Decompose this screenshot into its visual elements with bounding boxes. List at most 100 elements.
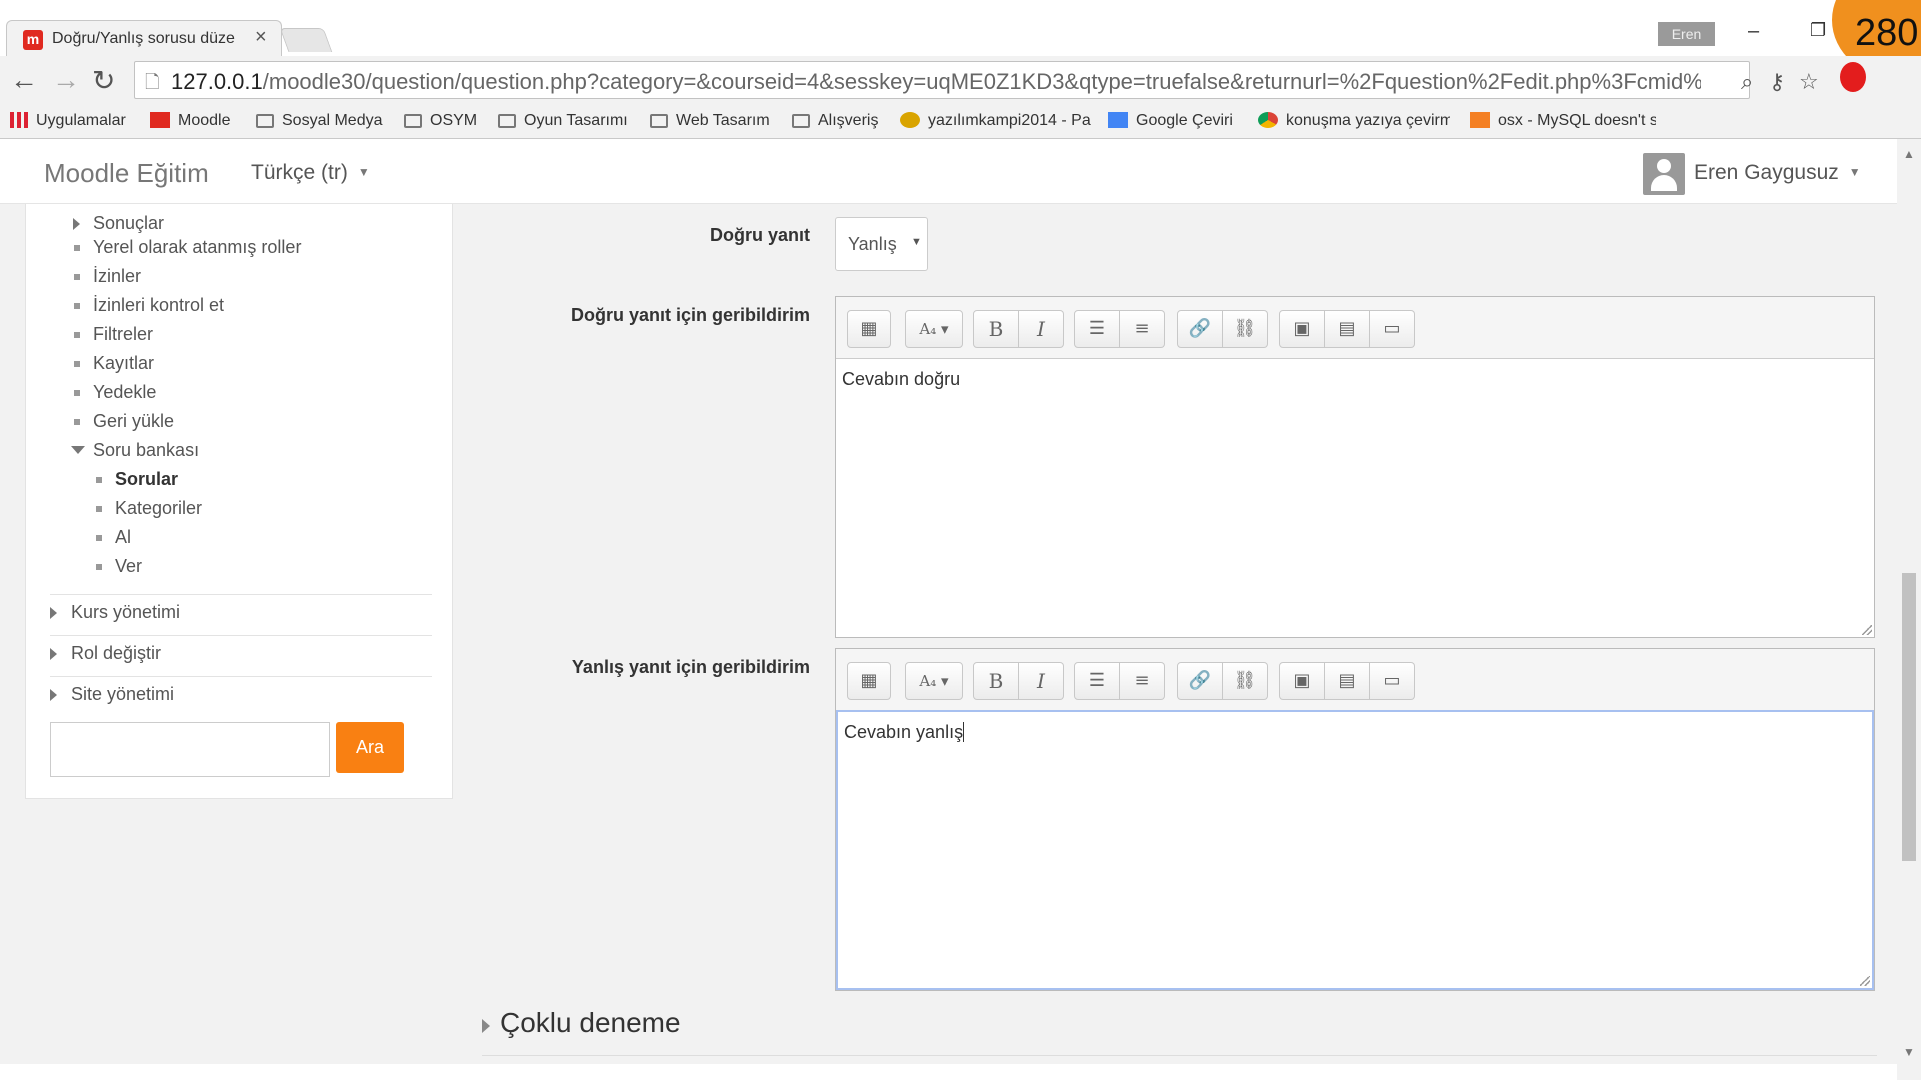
media-icon[interactable]: ▤ [1325,662,1370,700]
bookmark-apps[interactable]: Uygulamalar [10,112,126,130]
collapsed-arrow-icon[interactable] [482,1019,490,1033]
sidebar-section-site-yonetimi[interactable]: Site yönetimi [71,684,174,705]
page-scrollbar[interactable]: ▲ ▼ [1897,139,1921,1080]
tab-close-icon[interactable]: × [255,26,267,49]
sidebar-subitem-kategoriler[interactable]: Kategoriler [115,498,202,519]
collapsed-arrow-icon[interactable] [50,689,57,701]
sidebar-item-geri-yukle[interactable]: Geri yükle [93,411,174,432]
folder-icon [792,114,810,128]
collapsed-arrow-icon[interactable] [73,218,80,230]
browser-tab[interactable]: m Doğru/Yanlış sorusu düze × [6,20,282,56]
opera-extension-icon[interactable] [1840,62,1866,92]
site-brand[interactable]: Moodle Eğitim [44,158,209,189]
user-avatar[interactable] [1643,153,1685,195]
sidebar-item-izinleri-kontrol-et[interactable]: İzinleri kontrol et [93,295,224,316]
bold-icon[interactable]: B [973,310,1019,348]
bookmark-yazilimkampi[interactable]: yazılımkampi2014 - Pa [900,112,1092,130]
toolbar-toggle-icon[interactable]: ▦ [847,310,891,348]
restore-icon[interactable]: ❐ [1810,20,1826,41]
scroll-down-icon[interactable]: ▼ [1903,1045,1915,1059]
scrollbar-thumb[interactable] [1902,573,1916,861]
editor-toolbar: ▦ A₄ ▾ B I ☰ ≡ 🔗 ⛓ ▣ ▤ ▭ [836,297,1874,359]
sidebar-item-yedekle[interactable]: Yedekle [93,382,156,403]
back-icon[interactable]: ← [10,64,38,96]
true-feedback-textarea[interactable]: Cevabın doğru [836,359,1874,637]
image-icon[interactable]: ▣ [1279,662,1325,700]
file-manager-icon[interactable]: ▭ [1370,662,1415,700]
link-icon[interactable]: 🔗 [1177,662,1223,700]
admin-search-input[interactable] [50,722,330,777]
sidebar-section-rol-degistir[interactable]: Rol değiştir [71,643,161,664]
url-text[interactable]: 127.0.0.1/moodle30/question/question.php… [171,69,1701,95]
numbered-list-icon[interactable]: ≡ [1120,310,1165,348]
bookmark-folder-sosyal-medya[interactable]: Sosyal Medya [256,112,383,130]
key-icon[interactable]: ⚷ [1769,69,1785,95]
zoom-icon[interactable]: ⌕ [1741,69,1753,95]
bullet-icon [74,245,80,251]
unlink-icon[interactable]: ⛓ [1223,662,1268,700]
forward-icon[interactable]: → [52,64,80,96]
bookmark-moodle[interactable]: Moodle [150,112,230,130]
section-coklu-deneme[interactable]: Çoklu deneme [500,1007,681,1039]
bookmark-folder-osym[interactable]: OSYM [404,112,477,130]
stackoverflow-icon [1470,112,1490,128]
collapsed-arrow-icon[interactable] [50,648,57,660]
resize-grip-icon[interactable] [1860,976,1870,986]
image-icon[interactable]: ▣ [1279,310,1325,348]
file-manager-icon[interactable]: ▭ [1370,310,1415,348]
sidebar-subitem-al[interactable]: Al [115,527,131,548]
site-icon [900,112,920,128]
editor-toolbar: ▦ A₄ ▾ B I ☰ ≡ 🔗 ⛓ ▣ ▤ ▭ [836,649,1874,711]
moodle-favicon-icon: m [23,30,43,50]
resize-grip-icon[interactable] [1862,625,1872,635]
user-menu[interactable]: Eren Gaygusuz ▼ [1694,161,1861,185]
reload-icon[interactable]: ↻ [92,64,115,97]
link-icon[interactable]: 🔗 [1177,310,1223,348]
bullet-list-icon[interactable]: ☰ [1074,662,1120,700]
numbered-list-icon[interactable]: ≡ [1120,662,1165,700]
search-button[interactable]: Ara [336,722,404,773]
sidebar-item-yerel-roller[interactable]: Yerel olarak atanmış roller [93,237,301,258]
bookmark-folder-oyun-tasarimi[interactable]: Oyun Tasarımı [498,112,628,130]
italic-icon[interactable]: I [1019,310,1064,348]
expanded-arrow-icon[interactable] [71,446,85,454]
profile-badge[interactable]: Eren [1658,22,1715,46]
italic-icon[interactable]: I [1019,662,1064,700]
bullet-icon [74,332,80,338]
minimize-icon[interactable]: – [1748,20,1759,43]
bookmark-star-icon[interactable]: ☆ [1799,69,1819,95]
sidebar-subitem-ver[interactable]: Ver [115,556,142,577]
folder-icon [650,114,668,128]
sidebar-subitem-sorular[interactable]: Sorular [115,469,178,490]
false-feedback-textarea[interactable]: Cevabın yanlış [836,710,1874,990]
language-menu[interactable]: Türkçe (tr) ▼ [251,161,370,185]
scroll-up-icon[interactable]: ▲ [1903,147,1915,161]
bullet-list-icon[interactable]: ☰ [1074,310,1120,348]
bookmark-folder-alisveris[interactable]: Alışveriş [792,112,878,130]
bookmark-google-ceviri[interactable]: Google Çeviri [1108,112,1233,130]
address-bar[interactable]: 🗋 127.0.0.1/moodle30/question/question.p… [134,61,1819,99]
page-icon: 🗋 [145,72,160,92]
browser-toolbar: ← → ↻ 🗋 127.0.0.1/moodle30/question/ques… [0,56,1921,106]
unlink-icon[interactable]: ⛓ [1223,310,1268,348]
bookmark-stackoverflow[interactable]: osx - MySQL doesn't s [1470,112,1656,130]
correct-answer-select[interactable]: Yanlış ▼ [835,217,928,271]
bookmark-folder-web-tasarim[interactable]: Web Tasarım [650,112,770,130]
new-tab-button[interactable] [279,28,333,52]
sidebar-item-izinler[interactable]: İzinler [93,266,141,287]
sidebar-item-kayitlar[interactable]: Kayıtlar [93,353,154,374]
sidebar-item-filtreler[interactable]: Filtreler [93,324,153,345]
font-style-icon[interactable]: A₄ ▾ [905,662,963,700]
media-icon[interactable]: ▤ [1325,310,1370,348]
sidebar-item-soru-bankasi[interactable]: Soru bankası [93,440,199,461]
collapsed-arrow-icon[interactable] [50,607,57,619]
toolbar-toggle-icon[interactable]: ▦ [847,662,891,700]
font-style-icon[interactable]: A₄ ▾ [905,310,963,348]
sidebar-section-kurs-yonetimi[interactable]: Kurs yönetimi [71,602,180,623]
bookmark-konusma[interactable]: konuşma yazıya çevirme [1258,112,1450,130]
bold-icon[interactable]: B [973,662,1019,700]
divider [50,635,432,636]
sidebar-item-sonuclar[interactable]: Sonuçlar [93,213,164,234]
moodle-page: Moodle Eğitim Türkçe (tr) ▼ Eren Gaygusuz… [0,139,1921,1080]
chrome-icon [1258,112,1278,128]
